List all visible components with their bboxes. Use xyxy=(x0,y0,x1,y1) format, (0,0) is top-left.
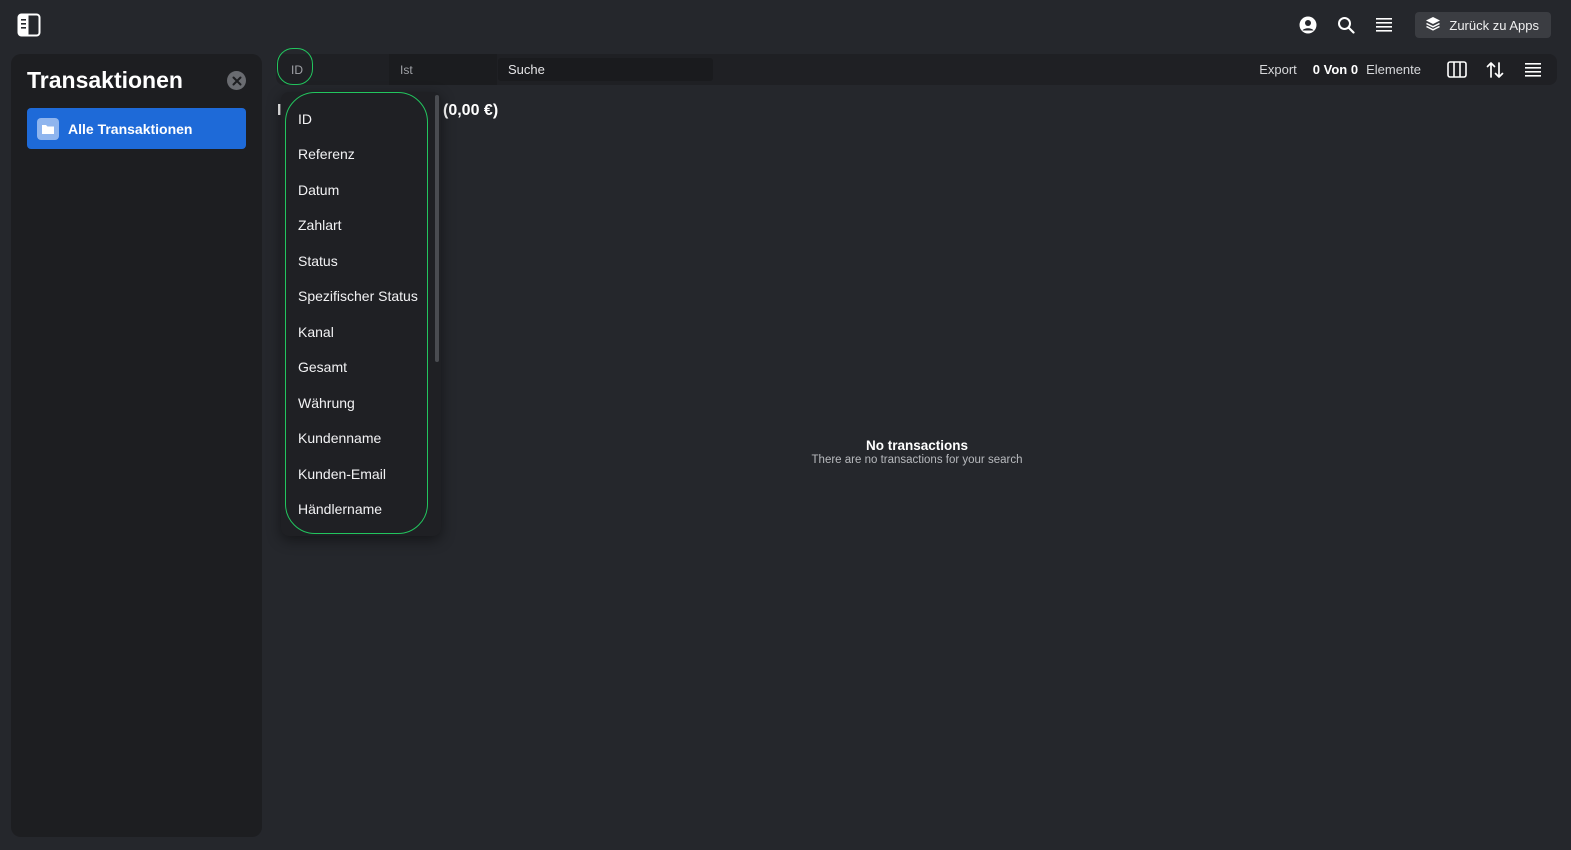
field-dropdown-list: ID Referenz Datum Zahlart Status Spezifi… xyxy=(281,101,431,527)
columns-icon[interactable] xyxy=(1445,58,1469,82)
dropdown-option-kundenname[interactable]: Kundenname xyxy=(281,421,431,457)
search-input[interactable] xyxy=(498,58,713,81)
user-icon[interactable] xyxy=(1297,14,1319,36)
list-view-icon[interactable] xyxy=(1521,58,1545,82)
sort-icon[interactable] xyxy=(1483,58,1507,82)
dropdown-option-kunden-email[interactable]: Kunden-Email xyxy=(281,456,431,492)
back-to-apps-label: Zurück zu Apps xyxy=(1449,17,1539,33)
search-icon[interactable] xyxy=(1335,14,1357,36)
close-icon[interactable] xyxy=(227,71,246,90)
empty-state-title: No transactions xyxy=(865,438,969,453)
dropdown-scrollbar[interactable] xyxy=(435,95,439,362)
dropdown-option-datum[interactable]: Datum xyxy=(281,172,431,208)
item-count: 0 Von 0 xyxy=(1312,62,1359,77)
sidebar-item-label: Alle Transaktionen xyxy=(68,120,193,137)
top-right-controls: Zurück zu Apps xyxy=(1291,12,1551,38)
top-bar: Zurück zu Apps xyxy=(0,0,1571,50)
back-to-apps-button[interactable]: Zurück zu Apps xyxy=(1415,12,1551,38)
sidebar-title: Transaktionen xyxy=(27,67,183,93)
dropdown-option-kanal[interactable]: Kanal xyxy=(281,314,431,350)
sidebar-item-all-transactions[interactable]: Alle Transaktionen xyxy=(27,108,246,149)
dropdown-option-gesamt[interactable]: Gesamt xyxy=(281,350,431,386)
filter-bar-right: Export 0 Von 0 Elemente xyxy=(1259,54,1545,85)
sidebar: Transaktionen Alle Transaktionen xyxy=(11,54,262,837)
summary-total: (0,00 €) xyxy=(443,102,499,119)
layers-icon xyxy=(1425,16,1441,35)
dropdown-option-id[interactable]: ID xyxy=(281,101,431,137)
menu-icon[interactable] xyxy=(1373,14,1395,36)
dropdown-option-zahlart[interactable]: Zahlart xyxy=(281,208,431,244)
empty-state: No transactions There are no transaction… xyxy=(717,438,1117,466)
sidebar-toggle-icon[interactable] xyxy=(17,13,41,37)
dropdown-option-status[interactable]: Status xyxy=(281,243,431,279)
dropdown-option-waehrung[interactable]: Währung xyxy=(281,385,431,421)
export-button[interactable]: Export xyxy=(1259,62,1297,77)
empty-state-subtitle: There are no transactions for your searc… xyxy=(811,454,1023,466)
dropdown-option-specific-status[interactable]: Spezifischer Status xyxy=(281,279,431,315)
field-dropdown: ID Referenz Datum Zahlart Status Spezifi… xyxy=(281,92,441,536)
folder-icon xyxy=(37,117,59,140)
filter-bar: ID Ist Export 0 Von 0 Elemente xyxy=(276,48,1557,85)
elements-label: Elemente xyxy=(1366,62,1421,77)
dropdown-option-referenz[interactable]: Referenz xyxy=(281,137,431,173)
filter-field-select[interactable]: ID xyxy=(278,54,388,85)
dropdown-option-haendlername[interactable]: Händlername xyxy=(281,492,431,528)
filter-operator-select[interactable]: Ist xyxy=(389,54,497,85)
